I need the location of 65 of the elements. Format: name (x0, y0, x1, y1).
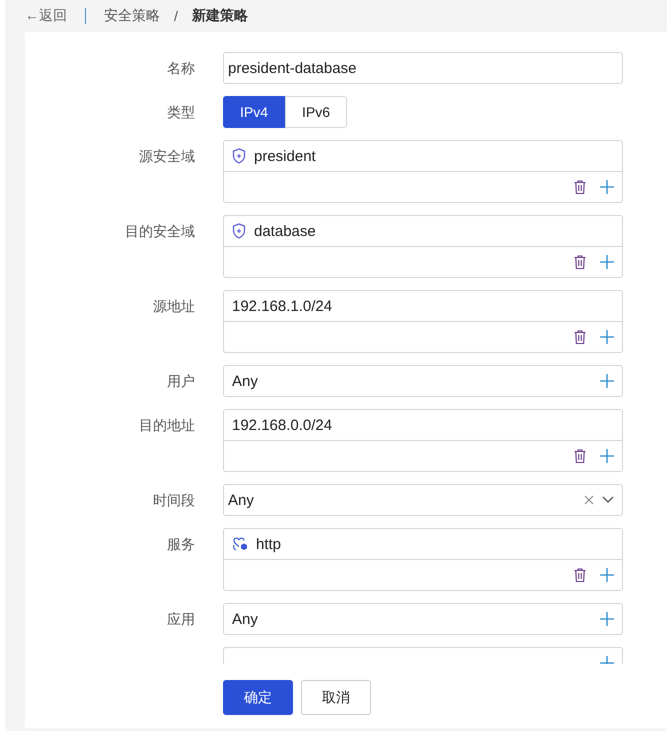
cancel-button[interactable]: 取消 (301, 680, 371, 715)
name-input[interactable]: president-database (223, 52, 623, 84)
trash-icon (574, 330, 586, 344)
type-option[interactable]: IPv4 (223, 96, 286, 128)
breadcrumb-separator: / (174, 8, 178, 24)
delete-button[interactable] (574, 180, 586, 194)
shield-icon (232, 148, 246, 164)
plus-icon (600, 255, 614, 269)
back-link[interactable]: ←返回 (25, 7, 67, 25)
trash-icon (574, 180, 586, 194)
select-field[interactable]: Any (223, 484, 623, 516)
chevron-down-icon (602, 496, 614, 504)
plus-icon (600, 374, 614, 388)
delete-button[interactable] (574, 449, 586, 463)
delete-button[interactable] (574, 330, 586, 344)
trash-icon (574, 255, 586, 269)
add-button[interactable] (600, 568, 614, 582)
add-field[interactable]: Any (223, 365, 623, 397)
field-value: Any (232, 610, 259, 628)
add-field[interactable]: Any (223, 603, 623, 635)
field-label: 用户 (166, 372, 195, 391)
add-button[interactable] (600, 255, 614, 269)
confirm-button[interactable]: 确定 (223, 680, 293, 715)
add-button[interactable] (600, 449, 614, 463)
field-value: Any (228, 492, 255, 508)
delete-button[interactable] (574, 568, 586, 582)
add-button[interactable] (600, 374, 614, 388)
plus-icon (600, 449, 614, 463)
field-label: 源地址 (152, 297, 195, 316)
breadcrumb-item: 新建策略 (192, 7, 248, 25)
trash-icon (574, 449, 586, 463)
field-label: 目的地址 (138, 416, 195, 435)
plus-icon (600, 330, 614, 344)
delete-button[interactable] (574, 255, 586, 269)
multi-value-field[interactable]: http (223, 528, 623, 591)
field-label: 时间段 (152, 491, 195, 510)
type-option[interactable]: IPv6 (285, 96, 348, 128)
clear-icon (584, 495, 594, 505)
field-label: 服务 (166, 535, 195, 554)
trash-icon (574, 568, 586, 582)
shield-icon (232, 223, 246, 239)
plus-icon (600, 612, 614, 626)
field-value: database (254, 222, 317, 240)
field-label: 源安全域 (138, 147, 195, 166)
clear-button[interactable] (584, 495, 594, 505)
field-label: 应用 (166, 610, 195, 629)
field-value: 192.168.1.0/24 (232, 298, 334, 314)
field-value: http (256, 536, 282, 552)
field-label: 名称 (166, 59, 195, 78)
field-value: Any (232, 372, 259, 390)
breadcrumb-item[interactable]: 安全策略 (104, 7, 160, 25)
multi-value-field[interactable]: president (223, 140, 623, 203)
heart-cube-icon (232, 536, 248, 552)
field-value: 192.168.0.0/24 (232, 416, 334, 434)
add-button[interactable] (600, 330, 614, 344)
field-value: president (254, 148, 317, 164)
add-button[interactable] (600, 180, 614, 194)
multi-value-field[interactable]: 192.168.1.0/24 (223, 290, 623, 353)
multi-value-field[interactable]: 192.168.0.0/24 (223, 409, 623, 472)
multi-value-field[interactable]: database (223, 215, 623, 278)
plus-icon (600, 568, 614, 582)
add-button[interactable] (600, 612, 614, 626)
plus-icon (600, 180, 614, 194)
field-label: 类型 (166, 103, 195, 122)
field-label: 目的安全域 (124, 222, 195, 241)
